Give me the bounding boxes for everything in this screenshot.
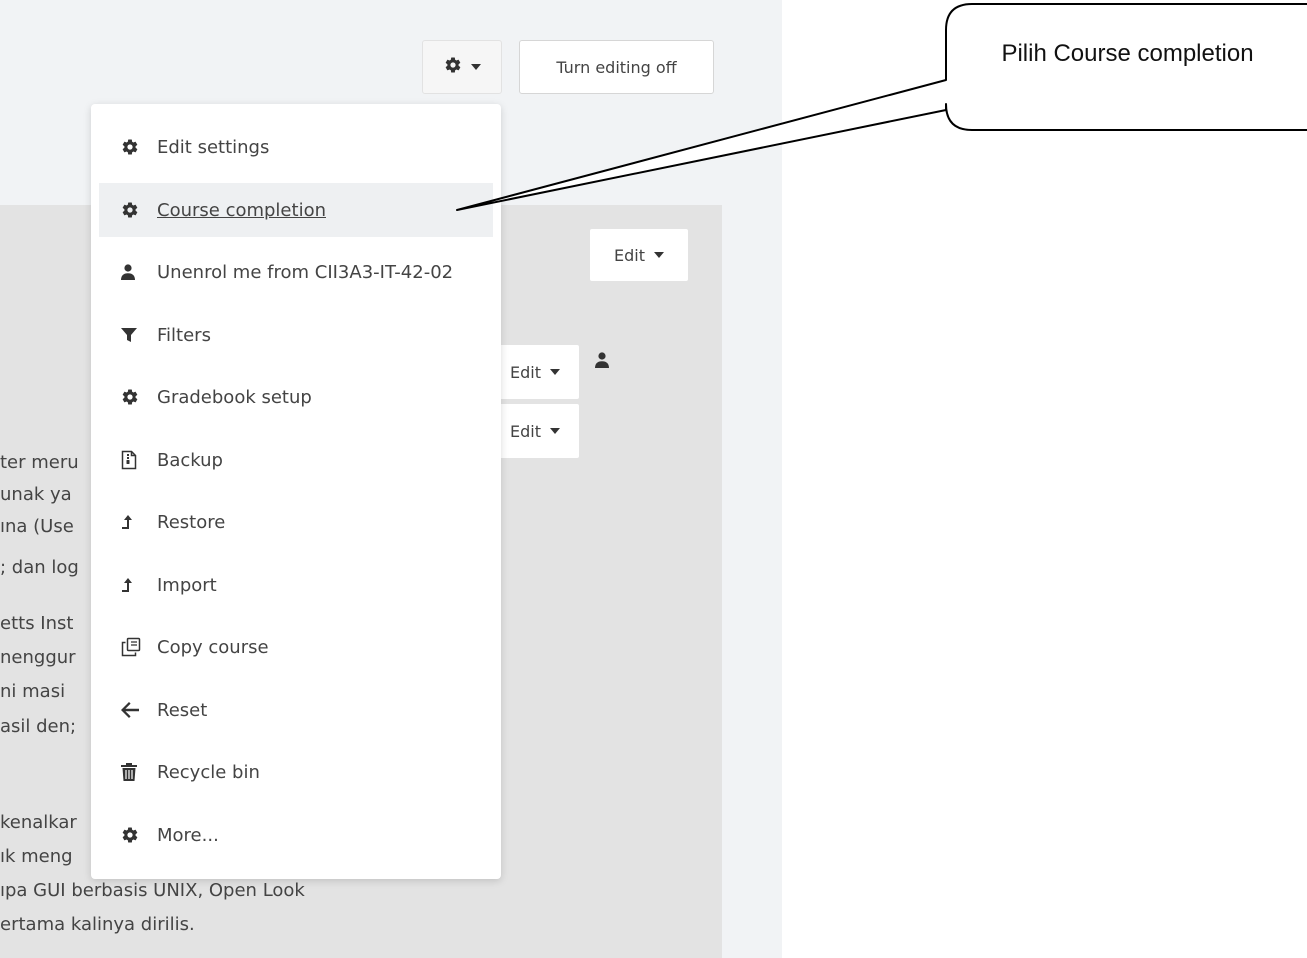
callout-shape	[456, 3, 1307, 211]
callout-text: Pilih Course completion	[1001, 40, 1254, 67]
